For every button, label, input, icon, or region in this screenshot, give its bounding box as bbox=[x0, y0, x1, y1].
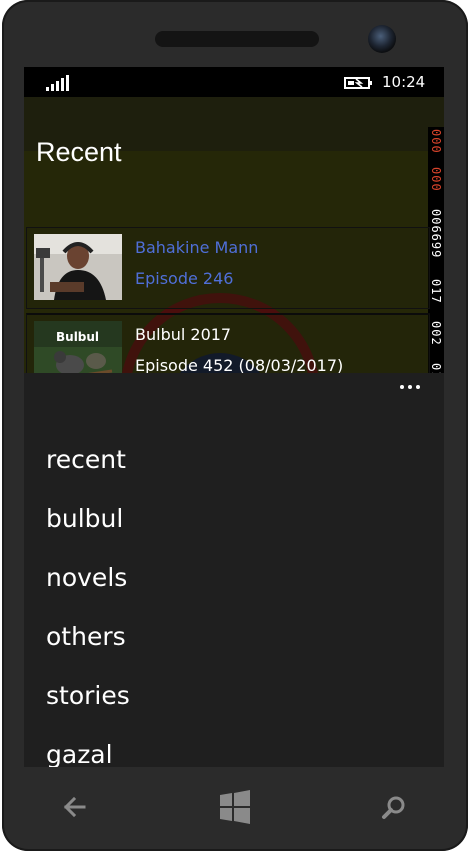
episode-subtitle: Episode 246 bbox=[135, 269, 234, 288]
episode-thumbnail bbox=[34, 234, 122, 300]
phone-screen: 10:24 Recent 000 000 006699 017 002 01.6 bbox=[24, 67, 444, 767]
signal-strength-icon bbox=[46, 75, 72, 91]
counter-value: 017 bbox=[429, 279, 443, 304]
app-content: Recent 000 000 006699 017 002 01.6 bbox=[24, 97, 444, 493]
windows-logo-icon bbox=[220, 790, 250, 824]
list-item[interactable]: Bahakine Mann Episode 246 bbox=[26, 227, 430, 309]
battery-charging-icon bbox=[344, 77, 372, 89]
front-camera bbox=[368, 25, 396, 53]
menu-item-bulbul[interactable]: bulbul bbox=[46, 504, 123, 533]
app-bar-menu: recent bulbul novels others stories gaza… bbox=[24, 373, 444, 767]
counter-value: 000 bbox=[429, 129, 443, 154]
page-title: Recent bbox=[36, 137, 122, 167]
more-options-icon[interactable] bbox=[398, 381, 422, 393]
counter-value: 000 bbox=[429, 167, 443, 192]
counter-value: 002 bbox=[429, 321, 443, 346]
back-button[interactable] bbox=[44, 780, 104, 836]
episode-title: Bahakine Mann bbox=[135, 238, 259, 257]
status-time: 10:24 bbox=[382, 73, 426, 91]
start-button[interactable] bbox=[204, 780, 264, 836]
menu-item-stories[interactable]: stories bbox=[46, 681, 130, 710]
thumbnail-label: Bulbul bbox=[56, 330, 99, 344]
search-button[interactable] bbox=[364, 780, 424, 836]
back-arrow-icon bbox=[63, 796, 86, 818]
search-icon bbox=[382, 796, 405, 819]
earpiece-speaker bbox=[155, 31, 319, 47]
debug-frame-counter: 000 000 006699 017 002 01.6 bbox=[428, 127, 444, 403]
menu-item-others[interactable]: others bbox=[46, 622, 126, 651]
phone-frame: 10:24 Recent 000 000 006699 017 002 01.6 bbox=[2, 0, 468, 851]
menu-item-gazal[interactable]: gazal bbox=[46, 740, 113, 767]
menu-item-recent[interactable]: recent bbox=[46, 445, 126, 474]
episode-title: Bulbul 2017 bbox=[135, 325, 232, 344]
status-bar: 10:24 bbox=[24, 67, 444, 97]
counter-value: 006699 bbox=[429, 209, 443, 259]
hardware-buttons bbox=[24, 780, 444, 840]
menu-item-novels[interactable]: novels bbox=[46, 563, 127, 592]
